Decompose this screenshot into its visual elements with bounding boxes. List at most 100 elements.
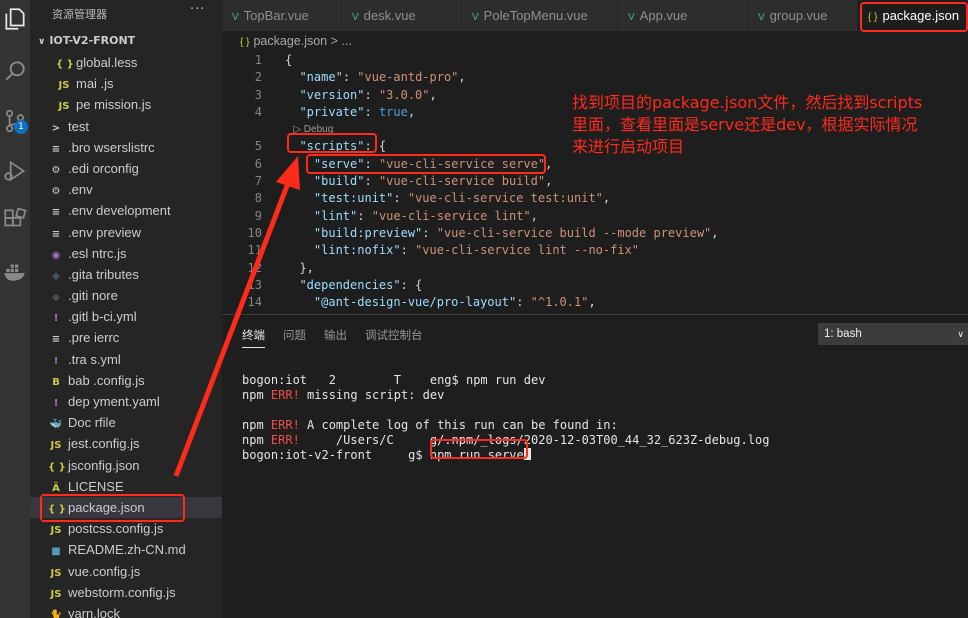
code-token: :	[364, 87, 379, 102]
run-debug-icon[interactable]	[2, 158, 28, 184]
code-token: ,	[545, 174, 553, 189]
file-tree-item[interactable]: ⚙ .env	[30, 179, 222, 200]
editor-tab[interactable]: Vgroup.vue	[748, 0, 858, 31]
file-tree-item[interactable]: JS pe mission.js	[30, 94, 222, 115]
bottom-panel: 终端 问题 输出 调试控制台 1: bash ∨ bogon:iot 2 T eng$…	[222, 314, 968, 618]
file-tree-item[interactable]: ! dep yment.yaml	[30, 391, 222, 412]
code-token: "dependencies"	[299, 277, 401, 292]
file-tree-item[interactable]: ◆ .gita tributes	[30, 264, 222, 285]
error-label: ERR!	[270, 388, 300, 402]
file-tree-item[interactable]: JS vue.config.js	[30, 561, 222, 582]
tab-label: App.vue	[639, 8, 688, 23]
editor-tab[interactable]: V App.vue	[618, 0, 748, 31]
line-number: 1	[254, 53, 262, 67]
breadcrumb-rest[interactable]: > ...	[331, 34, 352, 48]
file-tree-item[interactable]: ■ README.zh-CN.md	[30, 539, 222, 560]
docker-icon[interactable]	[2, 258, 28, 284]
file-tree-item[interactable]: JS mai .js	[30, 73, 222, 94]
breadcrumb[interactable]: { } package.json > ...	[240, 34, 352, 48]
file-tree-item[interactable]: ≡ .env development	[30, 200, 222, 221]
explorer-title: 资源管理器	[52, 8, 107, 21]
file-tree-item[interactable]: 🐳 Doc rfile	[30, 412, 222, 433]
file-name: .pre ierrc	[68, 330, 120, 346]
code-token: : {	[400, 277, 423, 292]
file-type-icon: B	[52, 376, 60, 388]
file-tree-item[interactable]: JS webstorm.config.js	[30, 582, 222, 603]
code-lines[interactable]: { "name": "vue-antd-pro", "version": "3.…	[285, 52, 968, 311]
file-type-icon: JS	[58, 80, 70, 92]
terminal-select[interactable]: 1: bash ∨	[818, 323, 968, 345]
file-type-icon: 🐳	[49, 419, 63, 431]
file-type-icon: JS	[50, 440, 62, 452]
file-tree-item[interactable]: ≡ .env preview	[30, 222, 222, 243]
editor-tab[interactable]: V TopBar.vue	[222, 0, 342, 31]
file-name: test	[68, 118, 89, 134]
editor-tab[interactable]: Vdesk.vue	[342, 0, 462, 31]
activity-bar: 1	[0, 0, 30, 618]
vue-file-icon: V	[352, 12, 359, 23]
file-tree-item[interactable]: { } jsconfig.json	[30, 455, 222, 476]
annotation-box-tab	[860, 2, 968, 32]
file-tree: { } global.less JS mai .js JS pe mission.js > t…	[30, 52, 222, 618]
code-line: "build": "vue-cli-service build",	[285, 173, 968, 190]
panel-tab[interactable]: 终端	[242, 327, 265, 348]
file-name: .tra s.yml	[68, 351, 121, 367]
terminal-text: npm	[242, 418, 271, 432]
file-tree-item[interactable]: ◆ .giti nore	[30, 285, 222, 306]
panel-tab[interactable]: 问题	[283, 327, 306, 343]
file-type-icon: JS	[50, 588, 62, 600]
file-tree-item[interactable]: ◉ .esl ntrc.js	[30, 243, 222, 264]
file-tree-item[interactable]: 🐈 yarn.lock	[30, 603, 222, 618]
line-number: 2	[254, 70, 262, 85]
file-type-icon: !	[53, 355, 59, 367]
file-tree-item[interactable]: ≡ .pre ierrc	[30, 327, 222, 348]
panel-tab[interactable]: 输出	[324, 327, 347, 343]
code-token: :	[364, 174, 379, 189]
line-number: 9	[254, 208, 262, 223]
file-type-icon: ■	[51, 546, 61, 558]
code-token: :	[357, 208, 372, 223]
code-line: "build:preview": "vue-cli-service build …	[285, 225, 968, 242]
explorer-sidebar: 资源管理器 ··· ∨ IOT-V2-FRONT { } global.less JS…	[30, 0, 222, 618]
code-line: "name": "vue-antd-pro",	[285, 69, 968, 86]
file-tree-item[interactable]: ! .tra s.yml	[30, 349, 222, 370]
more-actions-button[interactable]: ···	[190, 2, 205, 17]
tab-label: PoleTopMenu.vue	[483, 8, 588, 23]
terminal-text: npm	[242, 433, 271, 447]
file-tree-item[interactable]: ≡ .bro wserslistrc	[30, 137, 222, 158]
code-line: "test:unit": "vue-cli-service test:unit"…	[285, 190, 968, 207]
code-token: ,	[458, 70, 466, 85]
extensions-icon[interactable]	[2, 206, 28, 232]
vue-file-icon: V	[628, 12, 635, 23]
code-token: "vue-antd-pro"	[357, 70, 459, 85]
file-name: bab .config.js	[68, 372, 145, 388]
search-icon[interactable]	[2, 58, 28, 84]
file-tree-item[interactable]: { } global.less	[30, 52, 222, 73]
code-token: "vue-cli-service test:unit"	[407, 191, 603, 206]
panel-tab[interactable]: 调试控制台	[365, 327, 423, 343]
code-token: "vue-cli-service lint"	[371, 208, 531, 223]
code-token: ,	[602, 191, 611, 206]
file-type-icon: !	[53, 398, 59, 409]
code-token: ,	[530, 208, 538, 223]
code-line: "lint:nofix": "vue-cli-service lint --no…	[285, 242, 968, 259]
file-type-icon: ≡	[51, 228, 61, 240]
code-line: "lint": "vue-cli-service lint",	[285, 208, 968, 225]
file-tree-item[interactable]: > test	[30, 116, 222, 137]
file-tree-item[interactable]: ! .gitl b-ci.yml	[30, 306, 222, 327]
breadcrumb-file[interactable]: package.json	[253, 34, 327, 48]
editor-tab[interactable]: V PoleTopMenu.vue	[462, 0, 618, 31]
code-token: :	[393, 191, 408, 206]
file-tree-item[interactable]: Bbab .config.js	[30, 370, 222, 391]
explorer-icon[interactable]	[2, 6, 28, 32]
file-name: jest.config.js	[68, 436, 140, 452]
workspace-folder-header[interactable]: ∨ IOT-V2-FRONT	[38, 34, 135, 47]
file-tree-item[interactable]: JS jest.config.js	[30, 433, 222, 454]
file-tree-item[interactable]: ⚙ .edi orconfig	[30, 158, 222, 179]
terminal-text: A complete log of this run can be found …	[299, 418, 618, 432]
